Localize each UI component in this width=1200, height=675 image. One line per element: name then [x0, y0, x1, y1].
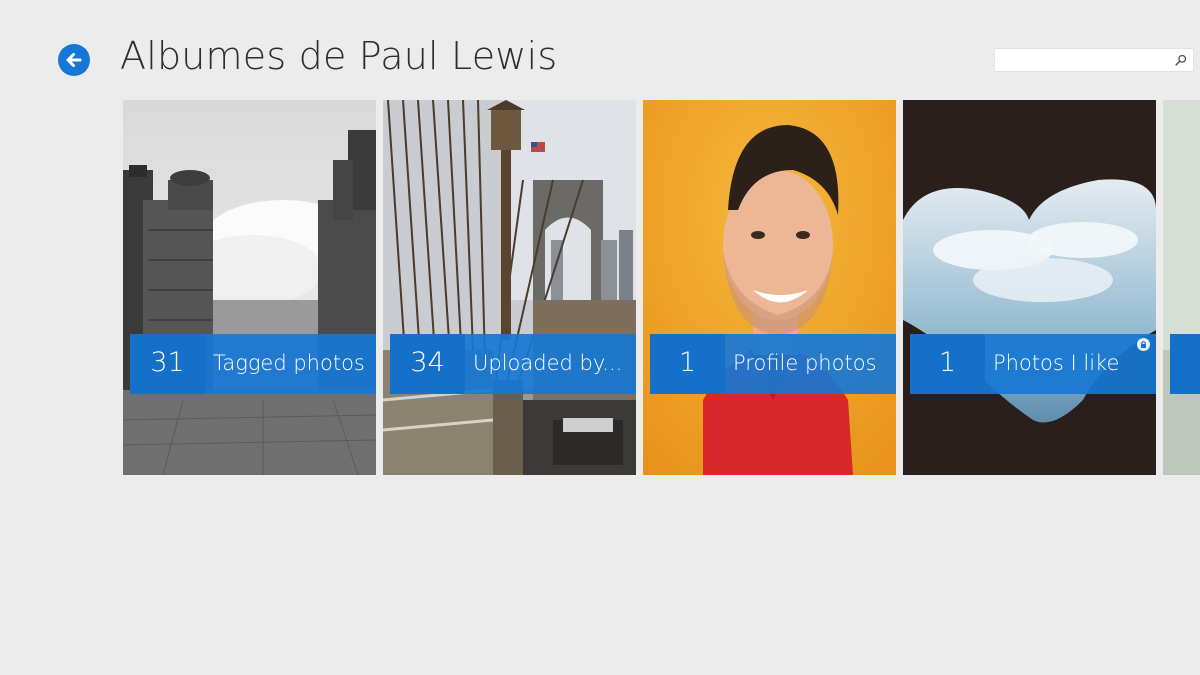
album-name: Tagged photos	[213, 351, 365, 375]
album-label-partial	[1170, 334, 1200, 394]
album-label: 31 Tagged photos	[130, 334, 376, 394]
back-button[interactable]	[58, 44, 90, 76]
album-photo-count: 1	[910, 334, 985, 394]
lock-icon	[1137, 338, 1150, 351]
album-name: Profile photos	[733, 351, 877, 375]
album-tile-tagged-photos[interactable]: 31 Tagged photos	[123, 100, 376, 475]
album-cover-photo	[383, 100, 636, 475]
album-tile-partial[interactable]	[1163, 100, 1200, 475]
album-cover-photo	[1163, 100, 1200, 475]
album-cover-photo	[643, 100, 896, 475]
album-cover-photo	[903, 100, 1156, 475]
album-name: Uploaded by...	[473, 351, 623, 375]
album-photo-count: 1	[650, 334, 725, 394]
back-arrow-icon	[66, 53, 82, 67]
search-icon[interactable]	[1175, 54, 1187, 66]
search-input[interactable]	[1001, 51, 1169, 69]
album-strip: 31 Tagged photos 34 Uploaded by... 1 Pro…	[123, 100, 1200, 475]
page-title: Albumes de Paul Lewis	[120, 34, 558, 78]
album-cover-photo	[123, 100, 376, 475]
search-box[interactable]	[994, 48, 1194, 72]
album-name: Photos I like	[993, 351, 1120, 375]
album-tile-profile-photos[interactable]: 1 Profile photos	[643, 100, 896, 475]
album-photo-count: 34	[390, 334, 465, 394]
album-tile-uploaded-by[interactable]: 34 Uploaded by...	[383, 100, 636, 475]
album-tile-photos-i-like[interactable]: 1 Photos I like	[903, 100, 1156, 475]
album-label: 1 Photos I like	[910, 334, 1156, 394]
album-photo-count: 31	[130, 334, 205, 394]
album-label: 1 Profile photos	[650, 334, 896, 394]
album-label: 34 Uploaded by...	[390, 334, 636, 394]
